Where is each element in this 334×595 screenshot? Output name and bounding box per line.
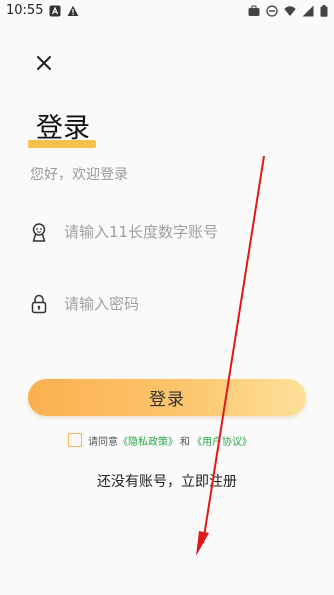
status-time: 10:55 bbox=[6, 3, 44, 18]
briefcase-icon bbox=[248, 5, 260, 16]
battery-icon bbox=[320, 5, 328, 17]
close-button[interactable] bbox=[30, 49, 58, 77]
title-text: 登录 bbox=[36, 113, 90, 144]
account-input[interactable] bbox=[64, 223, 294, 241]
close-icon bbox=[37, 56, 51, 70]
account-field bbox=[26, 216, 308, 248]
register-link[interactable]: 还没有账号，立即注册 bbox=[0, 471, 334, 491]
password-field bbox=[26, 288, 308, 320]
lock-icon bbox=[31, 294, 47, 314]
wifi-icon bbox=[284, 6, 296, 16]
status-left-icons bbox=[49, 5, 79, 17]
agreement-checkbox[interactable] bbox=[68, 433, 82, 447]
privacy-policy-link[interactable]: 《隐私政策》 bbox=[118, 433, 178, 448]
agreement-conjunction: 和 bbox=[180, 436, 190, 448]
signal-icon bbox=[302, 5, 314, 17]
warning-icon bbox=[67, 5, 79, 16]
user-icon bbox=[32, 223, 46, 242]
status-right-icons bbox=[248, 5, 328, 17]
page-title: 登录 bbox=[28, 112, 98, 152]
notification-a-icon bbox=[49, 5, 61, 17]
user-agreement-link[interactable]: 《用户协议》 bbox=[192, 433, 252, 448]
password-input[interactable] bbox=[64, 295, 294, 313]
login-screen: 10:55 登录 您好，欢迎登录 请输入11长度数字账号 登录 请同意 《隐私政… bbox=[0, 0, 334, 595]
do-not-disturb-icon bbox=[266, 5, 278, 17]
status-bar: 10:55 bbox=[0, 0, 334, 24]
login-button[interactable]: 登录 bbox=[28, 379, 306, 416]
welcome-subtitle: 您好，欢迎登录 bbox=[30, 167, 128, 183]
agreement-prefix: 请同意 bbox=[88, 436, 118, 448]
agreement-row: 请同意 《隐私政策》 和 《用户协议》 bbox=[68, 432, 252, 448]
